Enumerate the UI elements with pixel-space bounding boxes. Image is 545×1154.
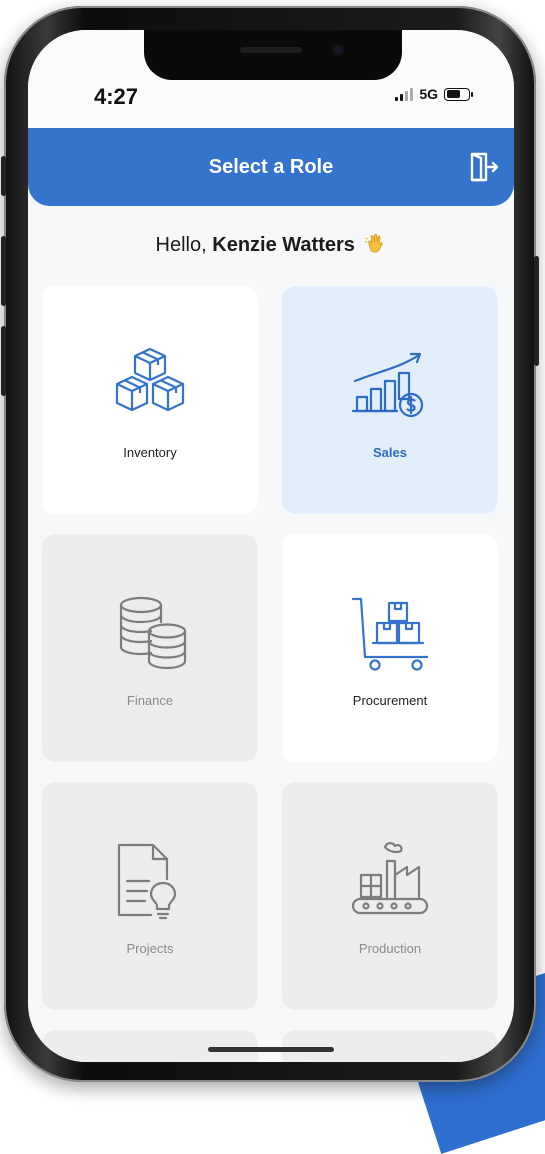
greeting-prefix: Hello, [155, 234, 207, 256]
sales-chart-icon [351, 352, 424, 417]
role-label: Finance [126, 692, 174, 708]
cart-boxes-icon [351, 597, 429, 671]
role-tile-partial[interactable] [42, 1030, 258, 1062]
status-indicators: 5G [395, 86, 473, 102]
coins-icon [119, 596, 187, 669]
role-label: Projects [126, 940, 174, 956]
phone-mute-switch [1, 156, 6, 196]
role-label: Sales [373, 444, 407, 460]
phone-frame: 4:27 5G Select a Role Hello, Kenzie Watt… [1, 6, 539, 1082]
phone-volume-up [1, 236, 6, 306]
greeting: Hello, Kenzie Watters [28, 232, 514, 257]
home-indicator[interactable] [208, 1047, 334, 1052]
role-tile-sales[interactable]: Sales [282, 286, 498, 514]
signal-icon [395, 87, 414, 101]
front-camera [332, 44, 344, 56]
app-header: Select a Role [28, 128, 514, 206]
phone-power-button [534, 256, 539, 366]
page-title: Select a Role [208, 155, 334, 178]
phone-screen: 4:27 5G Select a Role Hello, Kenzie Watt… [28, 30, 514, 1062]
waving-hand-icon [365, 233, 384, 253]
role-tile-procurement[interactable]: Procurement [282, 534, 498, 762]
network-label: 5G [419, 86, 438, 102]
status-time: 4:27 [94, 84, 139, 109]
role-label: Procurement [352, 692, 428, 708]
user-name: Kenzie Watters [212, 234, 355, 256]
role-label: Inventory [123, 444, 177, 460]
role-tile-inventory[interactable]: Inventory [42, 286, 258, 514]
boxes-icon [115, 347, 185, 411]
role-tile-production[interactable]: Production [282, 782, 498, 1010]
notch [144, 30, 402, 80]
factory-conveyor-icon [351, 841, 429, 914]
battery-icon [444, 87, 473, 101]
document-idea-icon [117, 843, 177, 919]
role-tile-projects[interactable]: Projects [42, 782, 258, 1010]
speaker-grille [240, 47, 302, 53]
logout-icon[interactable] [466, 150, 500, 184]
role-tile-partial[interactable] [282, 1030, 498, 1062]
role-tile-finance[interactable]: Finance [42, 534, 258, 762]
role-label: Production [358, 940, 422, 956]
phone-volume-down [1, 326, 6, 396]
